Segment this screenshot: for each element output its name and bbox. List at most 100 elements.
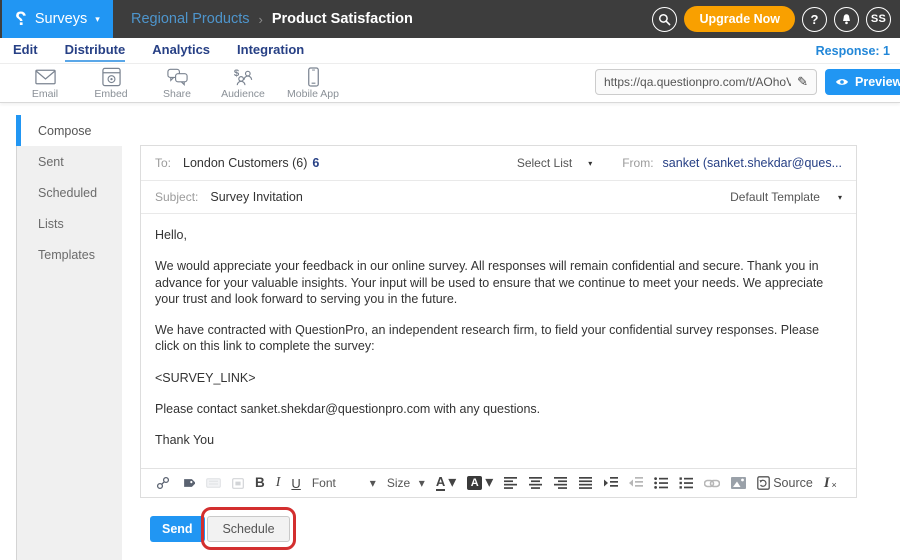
send-button[interactable]: Send <box>150 516 205 542</box>
body-paragraph: Please contact sanket.shekdar@questionpr… <box>155 401 842 417</box>
body-paragraph: Hello, <box>155 227 842 243</box>
merge-tag-button[interactable] <box>181 476 195 490</box>
bulleted-list-button[interactable] <box>654 477 668 489</box>
chevron-down-icon: ▾ <box>448 475 456 491</box>
survey-tabbar: Edit Distribute Analytics Integration Re… <box>0 38 900 64</box>
from-label: From: <box>622 156 653 170</box>
insert-image-button[interactable] <box>731 477 746 489</box>
select-list-dropdown[interactable]: Select List ▾ <box>517 156 592 170</box>
background-color-icon: A <box>467 476 482 490</box>
tab-analytics[interactable]: Analytics <box>152 42 210 60</box>
chevron-down-icon: ▾ <box>370 477 376 489</box>
product-menu[interactable]: ? Surveys ▾ <box>2 0 113 38</box>
size-dropdown[interactable]: Size ▾ <box>387 477 425 489</box>
breadcrumb-parent-link[interactable]: Regional Products <box>131 11 250 27</box>
keyboard-button <box>206 478 221 488</box>
avatar[interactable]: SS <box>866 7 891 32</box>
bell-icon <box>840 13 853 26</box>
align-right-icon <box>554 477 568 489</box>
from-field: From: sanket (sanket.shekdar@ques... <box>622 156 842 170</box>
numbered-list-icon <box>679 477 693 489</box>
subject-input[interactable]: Survey Invitation <box>210 190 302 204</box>
header-actions: Upgrade Now ? SS <box>652 0 891 38</box>
page-title: Product Satisfaction <box>272 11 413 27</box>
link-icon <box>704 479 720 488</box>
preview-button[interactable]: Preview <box>825 69 900 95</box>
justify-button[interactable] <box>579 477 593 489</box>
chevron-down-icon: ▾ <box>838 193 842 202</box>
edit-url-icon[interactable]: ✎ <box>797 74 808 90</box>
bold-button[interactable]: B <box>255 476 265 490</box>
channel-audience[interactable]: $ Audience <box>210 67 276 100</box>
subject-row: Subject: Survey Invitation Default Templ… <box>141 181 856 214</box>
numbered-list-button[interactable] <box>679 477 693 489</box>
channel-mobile-app-label: Mobile App <box>287 88 339 100</box>
align-left-button[interactable] <box>504 477 518 489</box>
body-paragraph: Thank You <box>155 432 842 448</box>
help-button[interactable]: ? <box>802 7 827 32</box>
audience-icon: $ <box>232 67 255 87</box>
channel-share[interactable]: Share <box>144 67 210 100</box>
justify-icon <box>579 477 593 489</box>
align-right-button[interactable] <box>554 477 568 489</box>
preview-label: Preview <box>855 75 900 89</box>
body-paragraph: We have contracted with QuestionPro, an … <box>155 322 842 355</box>
underline-button[interactable]: U <box>291 477 300 490</box>
response-count: Response: 1 <box>816 44 890 58</box>
increase-indent-button[interactable] <box>604 477 618 489</box>
sidebar-item-templates[interactable]: Templates <box>17 239 122 270</box>
share-icon <box>166 67 189 87</box>
tab-integration[interactable]: Integration <box>237 42 304 60</box>
indent-decrease-icon <box>629 477 643 489</box>
insert-link-button <box>704 479 720 488</box>
search-icon <box>658 13 671 26</box>
top-header: ? Surveys ▾ Regional Products › Product … <box>0 0 900 38</box>
chain-link-icon <box>156 476 170 490</box>
channel-embed[interactable]: Embed <box>78 67 144 100</box>
eye-icon <box>835 77 849 87</box>
font-dropdown[interactable]: Font ▾ <box>312 477 376 489</box>
text-color-button[interactable]: A ▾ <box>436 475 456 491</box>
breadcrumb-separator: › <box>259 12 263 27</box>
mobile-app-icon <box>307 67 320 87</box>
sidebar-item-compose[interactable]: Compose <box>16 115 122 146</box>
source-button[interactable]: Source <box>757 476 813 490</box>
sidebar-item-lists[interactable]: Lists <box>17 208 122 239</box>
italic-button[interactable]: I <box>276 476 281 490</box>
button-icon <box>232 478 244 489</box>
sidebar-item-sent[interactable]: Sent <box>17 146 122 177</box>
insert-survey-link-button[interactable] <box>156 476 170 490</box>
survey-url-text[interactable]: https://qa.questionpro.com/t/AOhoVZfqml <box>604 75 791 89</box>
channel-email[interactable]: Email <box>12 67 78 100</box>
channel-embed-label: Embed <box>94 88 127 100</box>
sidebar-item-scheduled[interactable]: Scheduled <box>17 177 122 208</box>
schedule-button[interactable]: Schedule <box>207 516 289 542</box>
align-center-button[interactable] <box>529 477 543 489</box>
from-value[interactable]: sanket (sanket.shekdar@ques... <box>663 156 842 170</box>
channel-list: Email Embed Share $ <box>12 67 350 100</box>
template-label: Default Template <box>730 190 820 204</box>
tab-distribute[interactable]: Distribute <box>65 42 126 62</box>
remove-format-button[interactable]: I × <box>824 476 837 491</box>
notifications-button[interactable] <box>834 7 859 32</box>
upgrade-now-button[interactable]: Upgrade Now <box>684 6 795 32</box>
image-icon <box>731 477 746 489</box>
channel-mobile-app[interactable]: Mobile App <box>276 67 350 100</box>
to-value[interactable]: London Customers (6) <box>183 156 307 170</box>
search-button[interactable] <box>652 7 677 32</box>
body-paragraph: We would appreciate your feedback in our… <box>155 258 842 307</box>
background-color-button[interactable]: A ▾ <box>467 475 493 491</box>
tab-edit[interactable]: Edit <box>13 42 38 60</box>
chevron-down-icon: ▾ <box>588 159 592 168</box>
email-body-editor[interactable]: Hello, We would appreciate your feedback… <box>141 214 856 470</box>
questionpro-logo-icon: ? <box>15 10 27 29</box>
channel-email-label: Email <box>32 88 58 100</box>
button-insert-button <box>232 478 244 489</box>
survey-url-field[interactable]: https://qa.questionpro.com/t/AOhoVZfqml … <box>595 69 817 95</box>
template-dropdown[interactable]: Default Template ▾ <box>730 190 842 204</box>
font-dropdown-label: Font <box>312 477 336 489</box>
tag-icon <box>181 476 195 490</box>
source-label: Source <box>773 477 813 490</box>
chevron-down-icon: ▾ <box>419 477 425 489</box>
select-list-label: Select List <box>517 156 572 170</box>
